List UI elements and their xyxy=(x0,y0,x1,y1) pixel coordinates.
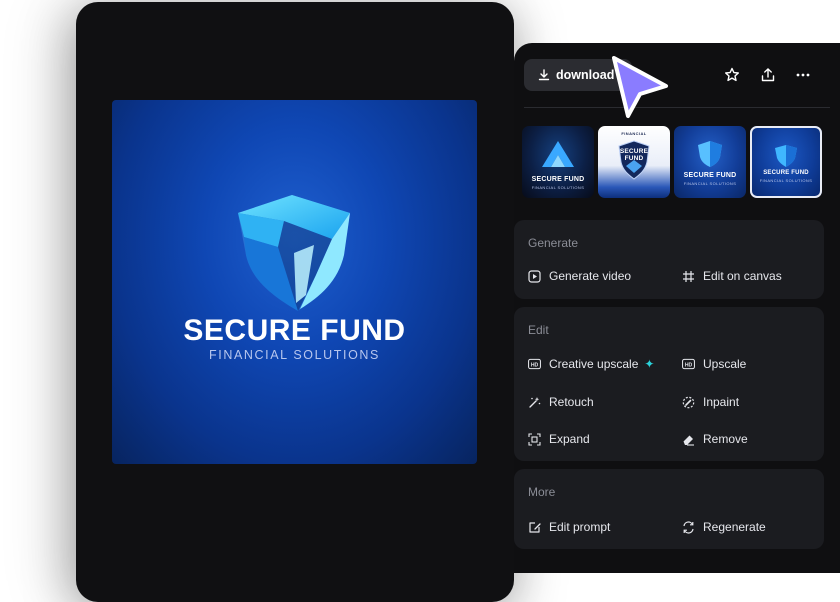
cursor-pointer-icon xyxy=(612,56,668,118)
svg-text:HD: HD xyxy=(685,362,693,368)
thumbnail-4[interactable]: SECURE FUND FINANCIAL SOLUTIONS xyxy=(750,126,822,198)
generate-section: Generate Generate video Edit on canvas xyxy=(514,220,824,299)
remove-button[interactable]: Remove xyxy=(682,432,748,446)
edit-on-canvas-button[interactable]: Edit on canvas xyxy=(682,269,782,283)
thumbnail-title: SECURE FUND xyxy=(619,148,649,162)
star-icon[interactable] xyxy=(722,65,742,85)
thumbnail-subtitle: FINANCIAL SOLUTIONS xyxy=(759,178,813,183)
magic-wand-icon xyxy=(528,396,541,409)
brand-title: SECURE FUND xyxy=(183,314,406,347)
side-panel: download SECURE FUND FINANCIAL SOLUTIONS… xyxy=(514,43,840,573)
action-label: Edit on canvas xyxy=(703,269,782,283)
section-label: Generate xyxy=(528,236,579,250)
section-label: More xyxy=(528,485,556,499)
edit-prompt-button[interactable]: Edit prompt xyxy=(528,520,610,534)
thumbnail-3[interactable]: SECURE FUND FINANCIAL SOLUTIONS xyxy=(674,126,746,198)
action-label: Edit prompt xyxy=(549,520,611,534)
generated-image[interactable]: SECURE FUND FINANCIAL SOLUTIONS xyxy=(112,100,477,464)
thumbnail-title: SECURE FUND xyxy=(531,176,585,183)
action-label: Remove xyxy=(703,432,748,446)
share-icon[interactable] xyxy=(758,65,778,85)
thumbnail-1[interactable]: SECURE FUND FINANCIAL SOLUTIONS xyxy=(522,126,594,198)
expand-icon xyxy=(528,432,541,446)
regenerate-button[interactable]: Regenerate xyxy=(682,520,766,534)
action-label: Upscale xyxy=(703,357,747,371)
more-icon[interactable] xyxy=(793,65,813,85)
download-icon xyxy=(538,69,550,81)
shield-logo-icon xyxy=(698,141,722,167)
expand-button[interactable]: Expand xyxy=(528,432,590,446)
hd-plus-icon: HD xyxy=(528,358,541,371)
variations-strip: SECURE FUND FINANCIAL SOLUTIONS FINANCIA… xyxy=(522,126,838,198)
thumbnail-subtitle: FINANCIAL xyxy=(621,131,647,136)
toolbar-divider xyxy=(524,107,830,108)
svg-text:HD: HD xyxy=(531,362,539,368)
preview-card: SECURE FUND FINANCIAL SOLUTIONS xyxy=(76,2,514,602)
section-label: Edit xyxy=(528,323,549,337)
eraser-icon xyxy=(682,433,695,446)
edit-section: Edit HD Creative upscale ✦ HD Upscale Re… xyxy=(514,307,824,461)
inpaint-icon xyxy=(682,396,695,409)
action-label: Creative upscale xyxy=(549,357,639,371)
inpaint-button[interactable]: Inpaint xyxy=(682,395,739,409)
thumbnail-2[interactable]: FINANCIAL SECURE FUND xyxy=(598,126,670,198)
action-label: Retouch xyxy=(549,395,594,409)
brand-subtitle: FINANCIAL SOLUTIONS xyxy=(209,348,380,362)
sparkle-icon: ✦ xyxy=(644,357,655,371)
action-label: Inpaint xyxy=(703,395,740,409)
retouch-button[interactable]: Retouch xyxy=(528,395,594,409)
action-label: Regenerate xyxy=(703,520,766,534)
action-label: Expand xyxy=(549,432,590,446)
refresh-icon xyxy=(682,520,695,534)
triangle-logo-icon xyxy=(542,141,574,167)
generate-video-button[interactable]: Generate video xyxy=(528,269,631,283)
thumbnail-title: SECURE FUND xyxy=(683,172,737,179)
upscale-button[interactable]: HD Upscale xyxy=(682,357,746,371)
download-label: download xyxy=(556,68,615,82)
more-section: More Edit prompt Regenerate xyxy=(514,469,824,549)
thumbnail-title: SECURE FUND xyxy=(763,170,809,176)
shield-logo-icon xyxy=(238,195,350,311)
panel-toolbar: download xyxy=(524,59,830,91)
hd-icon: HD xyxy=(682,358,695,371)
shield-logo-icon xyxy=(775,145,797,167)
thumbnail-subtitle: FINANCIAL SOLUTIONS xyxy=(683,181,737,186)
edit-prompt-icon xyxy=(528,521,541,534)
action-label: Generate video xyxy=(549,269,632,283)
crop-icon xyxy=(682,270,695,283)
creative-upscale-button[interactable]: HD Creative upscale ✦ xyxy=(528,357,654,371)
play-icon xyxy=(528,269,541,283)
thumbnail-subtitle: FINANCIAL SOLUTIONS xyxy=(531,185,585,190)
